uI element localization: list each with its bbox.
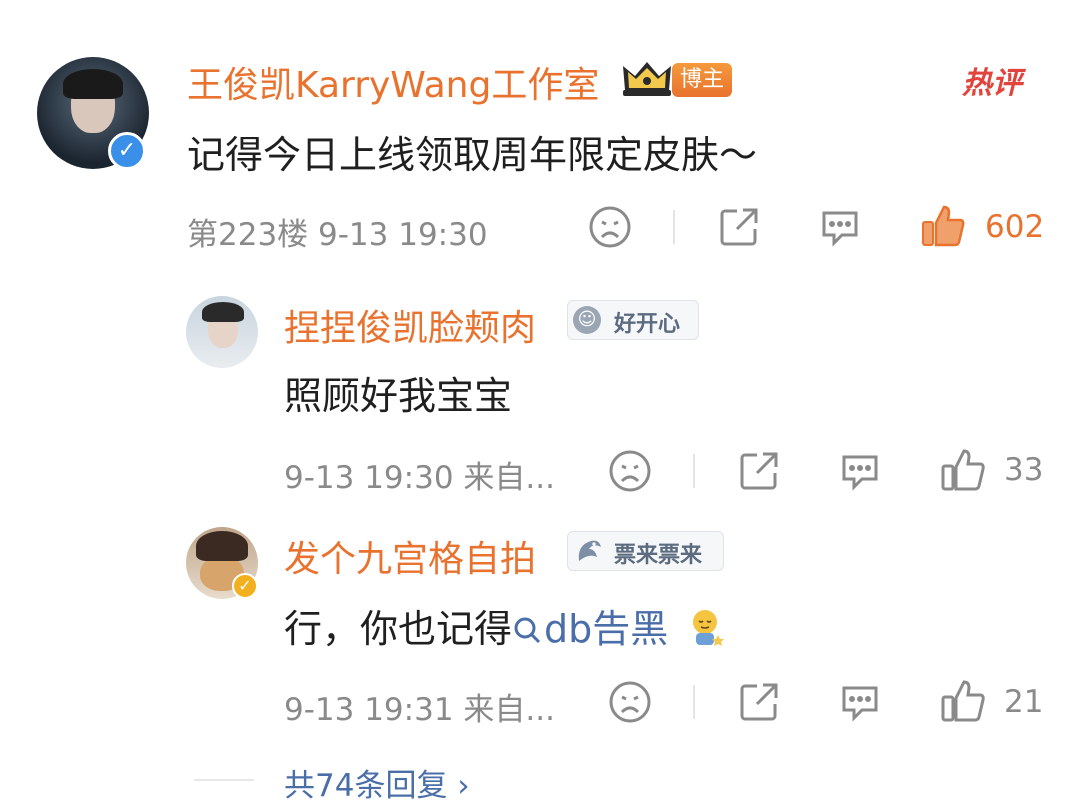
share-icon[interactable]	[737, 680, 781, 724]
reply-badge: ☺ 好开心	[567, 300, 699, 340]
reply-meta: 9-13 19:30 来自...	[284, 460, 555, 496]
share-icon[interactable]	[717, 205, 761, 249]
sad-face-icon[interactable]	[608, 449, 652, 493]
like-count: 602	[985, 209, 1045, 245]
divider	[673, 210, 675, 244]
share-icon[interactable]	[737, 449, 781, 493]
search-link[interactable]: db告黑	[512, 607, 668, 651]
comment-icon[interactable]	[838, 680, 882, 724]
reply-author-name[interactable]: 捏捏俊凯脸颊肉	[284, 299, 536, 351]
sad-face-icon[interactable]	[608, 680, 652, 724]
divider	[194, 779, 254, 781]
divider	[693, 454, 695, 488]
thumbs-up-icon[interactable]	[940, 447, 986, 493]
comment-meta: 第223楼 9-13 19:30	[187, 217, 488, 253]
divider	[693, 685, 695, 719]
sad-face-icon[interactable]	[588, 205, 632, 249]
smile-icon: ☺	[573, 306, 601, 334]
thumbs-up-icon[interactable]	[940, 678, 986, 724]
like-count: 33	[1004, 452, 1044, 488]
fish-icon	[573, 535, 605, 567]
thumbs-up-icon[interactable]	[920, 203, 966, 249]
blogger-badge: 博主	[672, 63, 732, 97]
reply-author-name[interactable]: 发个九宫格自拍	[284, 530, 536, 582]
comment-icon[interactable]	[838, 449, 882, 493]
crown-icon	[621, 60, 673, 102]
reply-text: 行，你也记得 db告黑	[284, 598, 726, 656]
like-count: 21	[1004, 684, 1044, 720]
search-icon	[512, 610, 542, 654]
reply-avatar[interactable]	[186, 296, 258, 368]
comment-text: 记得今日上线领取周年限定皮肤～	[187, 133, 758, 177]
face-emoji-icon	[688, 607, 726, 656]
comment-icon[interactable]	[818, 205, 862, 249]
hot-comment-badge: 热评	[962, 66, 1022, 101]
verified-icon: ✓	[232, 573, 258, 599]
reply-meta: 9-13 19:31 来自...	[284, 692, 555, 728]
reply-text: 照顾好我宝宝	[284, 374, 513, 418]
verified-icon: ✓	[108, 132, 146, 170]
reply-text-prefix: 行，你也记得	[284, 607, 513, 651]
more-replies-link[interactable]: 共74条回复 ›	[284, 760, 470, 805]
author-name[interactable]: 王俊凯KarryWang工作室	[187, 56, 599, 108]
reply-badge: 票来票来	[567, 531, 724, 571]
